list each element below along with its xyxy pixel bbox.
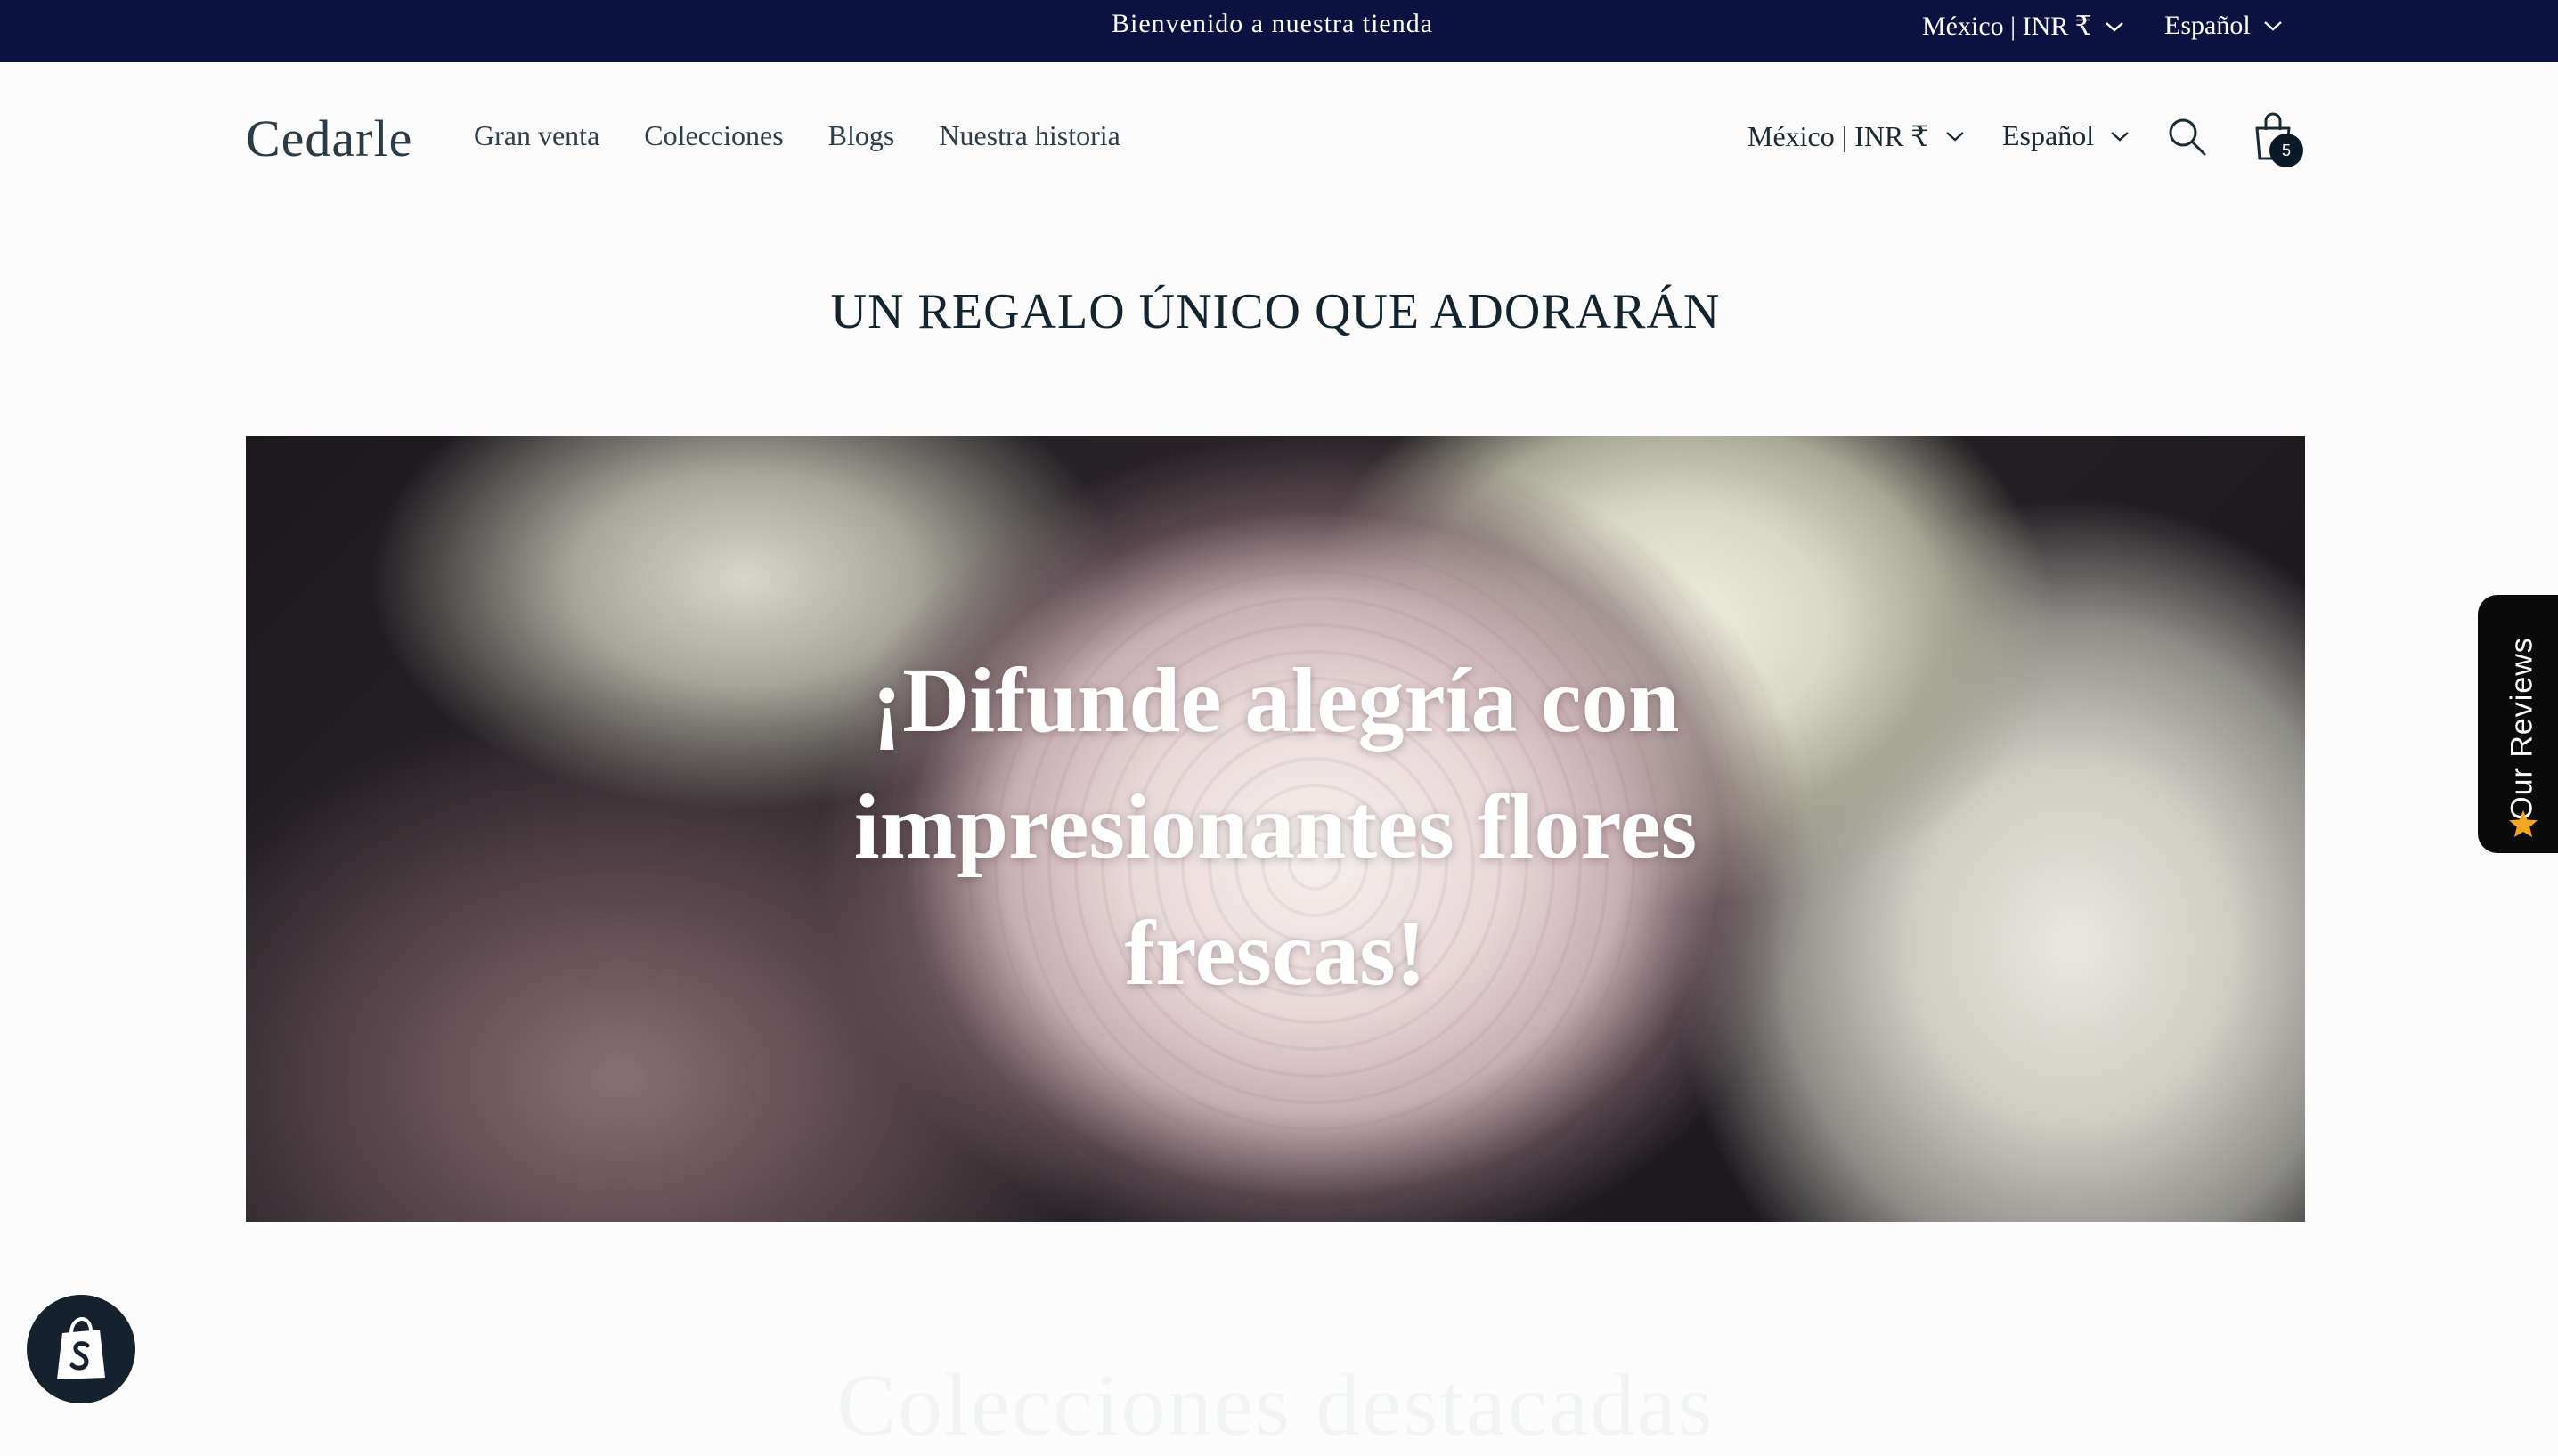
search-icon[interactable]	[2166, 116, 2207, 157]
chevron-down-icon	[2111, 131, 2129, 142]
reviews-tab-label: Our Reviews	[2505, 637, 2539, 820]
nav-item-gran-venta[interactable]: Gran venta	[474, 119, 599, 152]
announcement-country-selector[interactable]: México | INR ₹	[1922, 11, 2124, 42]
chevron-down-icon	[1945, 132, 1964, 142]
language-label: Español	[2002, 119, 2095, 151]
cart-count-badge: 5	[2269, 134, 2303, 167]
hero-heading-line: impresionantes flores	[853, 776, 1698, 878]
section-title: UN REGALO ÚNICO QUE ADORARÁN	[830, 284, 1721, 339]
hero-heading-line: frescas!	[1124, 902, 1427, 1005]
next-section-heading: Colecciones destacadas	[836, 1355, 1715, 1454]
country-label: México | INR ₹	[1747, 120, 1929, 152]
site-header: Cedarle Gran venta Colecciones Blogs Nue…	[0, 62, 2558, 214]
nav-item-blogs[interactable]: Blogs	[828, 119, 895, 152]
chevron-down-icon	[2263, 21, 2282, 31]
language-selector[interactable]: Español	[2002, 119, 2130, 152]
star-icon	[2509, 810, 2538, 837]
nav-item-colecciones[interactable]: Colecciones	[644, 119, 783, 152]
reviews-tab[interactable]: Our Reviews	[2478, 595, 2558, 853]
main-nav: Gran venta Colecciones Blogs Nuestra his…	[474, 119, 1120, 152]
announcement-bar: Bienvenido a nuestra tienda México | INR…	[0, 0, 2558, 62]
announcement-country-label: México | INR ₹	[1922, 12, 2092, 41]
country-selector[interactable]: México | INR ₹	[1747, 119, 1965, 153]
chevron-down-icon	[2106, 21, 2123, 32]
announcement-text: Bienvenido a nuestra tienda	[1112, 9, 1434, 38]
announcement-language-selector[interactable]: Español	[2164, 11, 2283, 41]
hero-banner[interactable]: ¡Difunde alegría con impresionantes flor…	[246, 436, 2305, 1222]
hero-heading: ¡Difunde alegría con impresionantes flor…	[246, 638, 2305, 1017]
hero-heading-line: ¡Difunde alegría con	[871, 649, 1680, 752]
nav-item-nuestra-historia[interactable]: Nuestra historia	[939, 119, 1120, 152]
store-logo[interactable]: Cedarle	[246, 109, 412, 168]
announcement-language-label: Español	[2164, 11, 2251, 40]
